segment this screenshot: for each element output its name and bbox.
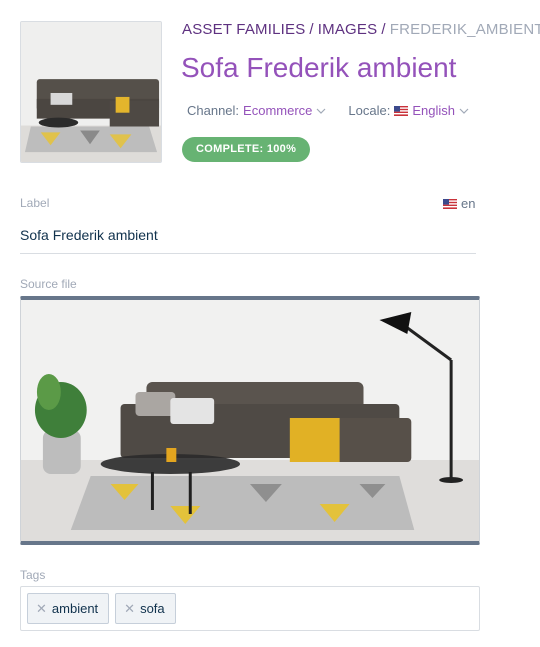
channel-value: Ecommerce — [243, 103, 313, 118]
chevron-down-icon — [316, 108, 326, 114]
tag-label: ambient — [51, 601, 99, 616]
tags-field-label: Tags — [20, 568, 46, 582]
chevron-down-icon — [459, 108, 469, 114]
tag-label: sofa — [140, 601, 165, 616]
locale-switcher[interactable]: Locale: English — [348, 103, 469, 118]
tag-sofa[interactable]: ✕ sofa — [115, 593, 176, 624]
locale-label: Locale: — [348, 103, 391, 118]
sofa-ambient-image — [21, 300, 479, 541]
completeness-badge: COMPLETE: 100% — [182, 137, 311, 162]
channel-switcher[interactable]: Channel: Ecommerce — [187, 103, 326, 118]
locale-value: English — [412, 103, 455, 118]
remove-tag-icon[interactable]: ✕ — [36, 601, 47, 617]
asset-thumbnail[interactable] — [20, 21, 162, 163]
channel-label: Channel: — [187, 103, 240, 118]
page-title: Sofa Frederik ambient — [181, 52, 457, 83]
context-switchers: Channel: Ecommerce Locale: English — [187, 103, 469, 118]
label-field-label: Label — [20, 196, 50, 210]
breadcrumb-current: FREDERIK_AMBIENT — [389, 21, 540, 38]
sofa-thumbnail-image — [21, 22, 161, 162]
label-input[interactable]: Sofa Frederik ambient — [20, 222, 476, 254]
label-locale-indicator: en — [443, 196, 475, 211]
us-flag-icon — [443, 198, 457, 209]
tag-ambient[interactable]: ✕ ambient — [27, 593, 110, 624]
source-file-preview[interactable] — [20, 296, 480, 545]
source-file-label: Source file — [20, 277, 77, 291]
breadcrumb-images[interactable]: IMAGES — [318, 21, 378, 38]
breadcrumb: ASSET FAMILIES / IMAGES / FREDERIK_AMBIENT — [182, 21, 540, 38]
tags-input[interactable]: ✕ ambient ✕ sofa — [20, 586, 480, 631]
us-flag-icon — [394, 105, 409, 116]
breadcrumb-asset-families[interactable]: ASSET FAMILIES — [182, 21, 305, 38]
remove-tag-icon[interactable]: ✕ — [124, 601, 135, 617]
label-locale-code: en — [461, 196, 476, 211]
